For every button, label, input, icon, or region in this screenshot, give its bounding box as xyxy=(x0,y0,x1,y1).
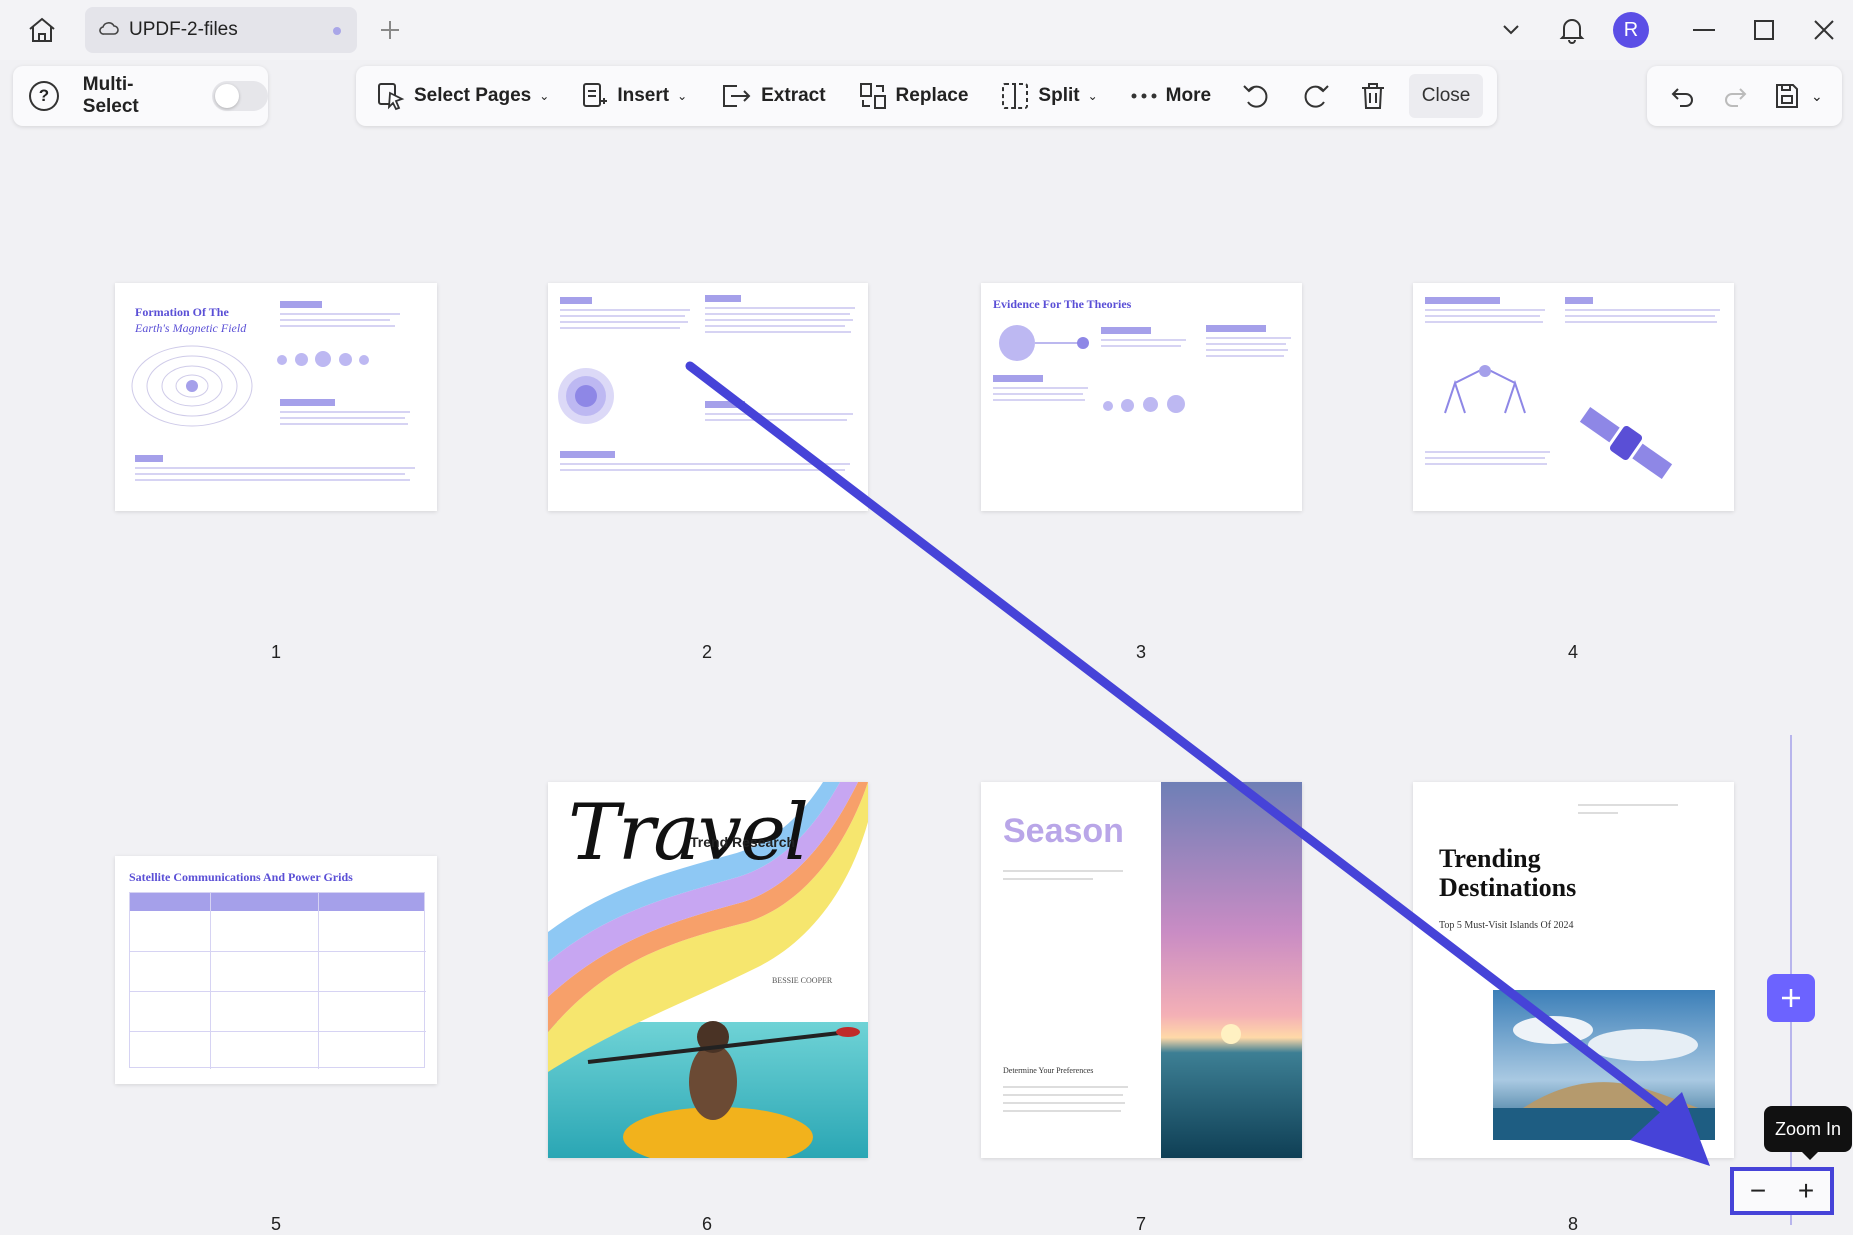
history-group: ⌄ xyxy=(1647,66,1842,126)
new-tab-plus-icon[interactable] xyxy=(374,14,406,46)
chevron-down-icon[interactable]: ⌄ xyxy=(1811,88,1823,105)
comparison-table xyxy=(129,892,426,1069)
select-pages-button[interactable]: Select Pages ⌄ xyxy=(368,74,557,118)
power-grid-illustration xyxy=(1444,365,1526,414)
replace-button[interactable]: Replace xyxy=(850,74,977,118)
save-icon[interactable] xyxy=(1765,74,1809,118)
page-thumbnail-2[interactable] xyxy=(548,283,868,511)
travel-title: Travel xyxy=(568,788,809,878)
season-title: Season xyxy=(1003,812,1124,850)
page-thumbnail-5[interactable]: Satellite Communications And Power Grids xyxy=(115,856,437,1084)
multi-select-toggle[interactable] xyxy=(212,81,268,111)
replace-icon xyxy=(859,83,886,109)
chevron-down-icon: ⌄ xyxy=(539,89,550,103)
page-thumbnail-1[interactable]: Formation Of The Earth's Magnetic Field xyxy=(115,283,437,511)
page-number-5: 5 xyxy=(270,1214,281,1234)
cloud-icon xyxy=(99,20,119,41)
multi-select-group: ? Multi-Select xyxy=(13,66,268,126)
title-bar: UPDF-2-files R xyxy=(0,0,1853,60)
travel-author: BESSIE COOPER xyxy=(772,976,833,985)
replace-label: Replace xyxy=(895,85,969,106)
orbit-illustration xyxy=(999,325,1089,361)
close-window-icon[interactable] xyxy=(1804,10,1844,50)
travel-subtitle: Trend Research xyxy=(690,834,796,850)
help-icon[interactable]: ? xyxy=(29,81,59,111)
trending-subtitle: Top 5 Must-Visit Islands Of 2024 xyxy=(1439,920,1574,931)
earth-layers-illustration xyxy=(558,368,614,424)
redo-icon[interactable] xyxy=(1713,74,1757,118)
multi-select-label: Multi-Select xyxy=(82,74,139,117)
magnetic-field-illustration xyxy=(131,345,253,427)
insert-button[interactable]: Insert ⌄ xyxy=(573,74,695,118)
minimize-icon[interactable] xyxy=(1684,10,1724,50)
rotate-right-icon[interactable] xyxy=(1293,74,1337,118)
zoom-controls: − + xyxy=(1730,1167,1834,1215)
split-icon xyxy=(1002,83,1029,109)
page-3-title: Evidence For The Theories xyxy=(993,297,1132,311)
page-number-6: 6 xyxy=(701,1214,712,1234)
trending-title: Trending Destinations xyxy=(1439,844,1577,902)
zoom-in-tooltip: Zoom In xyxy=(1764,1106,1852,1160)
select-pages-icon xyxy=(378,83,405,111)
page-number-3: 3 xyxy=(1135,642,1146,662)
page-5-title: Satellite Communications And Power Grids xyxy=(129,870,353,884)
avatar[interactable]: R xyxy=(1613,12,1649,48)
page-thumbnail-8[interactable]: Trending Destinations Top 5 Must-Visit I… xyxy=(1413,782,1734,1158)
unsaved-dot-icon xyxy=(333,27,341,35)
zoom-slider-plus-button[interactable] xyxy=(1767,974,1815,1022)
more-button[interactable]: More xyxy=(1122,74,1219,118)
satellite-illustration xyxy=(1579,406,1673,480)
insert-icon xyxy=(583,83,608,107)
select-pages-label: Select Pages xyxy=(414,85,532,106)
page-1-subtitle: Earth's Magnetic Field xyxy=(135,321,247,335)
extract-label: Extract xyxy=(761,85,826,106)
page-number-7: 7 xyxy=(1135,1214,1146,1234)
season-subtitle: Determine Your Preferences xyxy=(1003,1066,1094,1075)
trash-icon[interactable] xyxy=(1351,74,1395,118)
page-number-1: 1 xyxy=(270,642,281,662)
bell-icon[interactable] xyxy=(1554,10,1590,50)
island-photo xyxy=(1493,990,1715,1140)
extract-icon xyxy=(723,85,751,107)
sunset-sea-photo xyxy=(1161,782,1302,1158)
home-icon[interactable] xyxy=(22,12,62,48)
zoom-in-button[interactable]: + xyxy=(1782,1171,1830,1211)
chevron-down-icon: ⌄ xyxy=(1087,89,1098,103)
tab-title: UPDF-2-files xyxy=(129,19,238,40)
insert-label: Insert xyxy=(617,85,670,106)
rotate-left-icon[interactable] xyxy=(1235,74,1279,118)
page-thumbnail-6[interactable]: Travel Trend Research BESSIE COOPER xyxy=(548,782,868,1158)
extract-button[interactable]: Extract xyxy=(711,74,833,118)
page-number-2: 2 xyxy=(701,642,712,662)
chevron-down-icon[interactable] xyxy=(1494,10,1528,50)
page-thumbnail-7[interactable]: Season Determine Your Preferences xyxy=(981,782,1302,1158)
page-1-title: Formation Of The xyxy=(135,305,229,319)
split-button[interactable]: Split ⌄ xyxy=(992,74,1105,118)
page-thumbnail-3[interactable]: Evidence For The Theories xyxy=(981,283,1302,511)
toggle-knob xyxy=(215,84,240,108)
page-tools-group: Select Pages ⌄ Insert ⌄ Extract Replace … xyxy=(356,66,1497,126)
zoom-out-button[interactable]: − xyxy=(1734,1171,1782,1211)
page-thumbnail-4[interactable] xyxy=(1413,283,1734,511)
split-label: Split xyxy=(1038,85,1080,106)
page-number-8: 8 xyxy=(1567,1214,1578,1234)
page-number-4: 4 xyxy=(1567,642,1578,662)
document-tab[interactable]: UPDF-2-files xyxy=(85,7,357,53)
undo-icon[interactable] xyxy=(1661,74,1705,118)
more-dots-icon xyxy=(1131,93,1157,99)
close-button[interactable]: Close xyxy=(1409,74,1484,118)
more-label: More xyxy=(1165,85,1212,106)
chevron-down-icon: ⌄ xyxy=(677,89,688,103)
maximize-icon[interactable] xyxy=(1744,10,1784,50)
